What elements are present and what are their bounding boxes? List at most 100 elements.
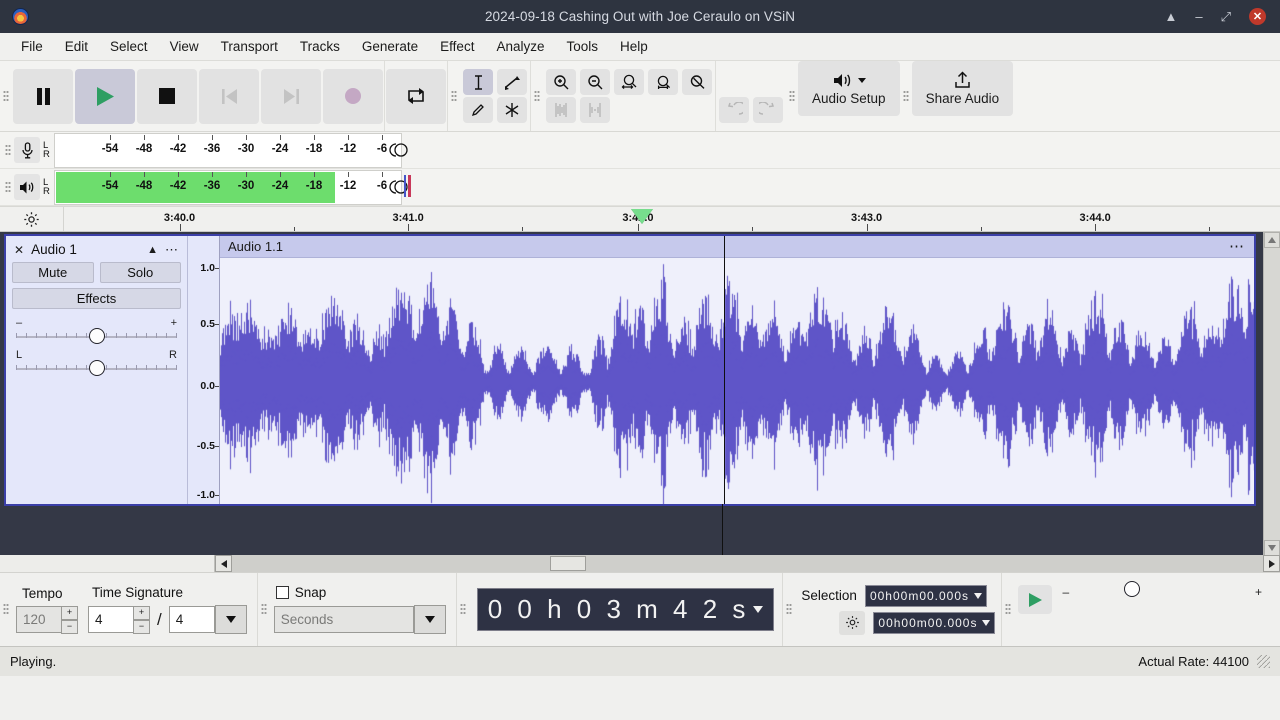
menu-effect[interactable]: Effect [429, 36, 485, 57]
ellipsis-icon[interactable]: ⋯ [1229, 239, 1246, 254]
resize-grip-icon[interactable] [1257, 655, 1270, 668]
scroll-left-button[interactable] [215, 555, 232, 572]
hscroll-thumb[interactable] [550, 556, 586, 571]
trim-audio-button[interactable] [546, 97, 576, 123]
vertical-scrollbar[interactable] [1263, 232, 1280, 556]
selection-toolbar-grip[interactable] [783, 573, 795, 646]
scroll-right-button[interactable] [1263, 555, 1280, 572]
playhead-indicator[interactable] [630, 209, 653, 224]
timeline-ruler[interactable]: 3:40.0 3:41.0 3:42.0 3:43.0 3:44.0 [64, 207, 1280, 231]
pause-button[interactable] [13, 68, 73, 124]
scroll-up-button[interactable] [1264, 232, 1280, 248]
menu-file[interactable]: File [10, 36, 54, 57]
draw-tool-button[interactable] [463, 97, 493, 123]
pan-slider[interactable]: L R [16, 349, 177, 376]
fit-project-button[interactable] [648, 69, 678, 95]
menu-tools[interactable]: Tools [555, 36, 609, 57]
record-button[interactable] [323, 68, 383, 124]
time-signature-upper-spinner[interactable]: + − [133, 605, 150, 634]
envelope-tool-button[interactable] [497, 69, 527, 95]
share-audio-button[interactable]: Share Audio [911, 61, 1014, 116]
timesig-increment[interactable]: + [133, 605, 150, 620]
track-name[interactable]: Audio 1 [31, 242, 77, 257]
selection-start-dropdown-icon[interactable] [974, 592, 983, 599]
audio-setup-grip[interactable] [786, 61, 798, 131]
restore-down-icon[interactable]: ▲ [1164, 10, 1177, 23]
waveform-area[interactable]: Audio 1.1 ⋯ [220, 236, 1254, 504]
play-speed-slider[interactable]: – + [1062, 581, 1262, 600]
selection-settings-gear-icon[interactable] [839, 610, 866, 635]
close-icon[interactable]: ✕ [1249, 8, 1266, 25]
play-speed-knob[interactable] [1124, 581, 1141, 597]
menu-transport[interactable]: Transport [210, 36, 289, 57]
selection-tool-button[interactable] [463, 69, 493, 95]
minimize-icon[interactable]: – [1195, 10, 1202, 23]
playback-meter-bar[interactable]: -54 -48 -42 -36 -30 -24 -18 -12 -6 [54, 169, 402, 205]
menu-help[interactable]: Help [609, 36, 659, 57]
multi-tool-button[interactable] [497, 97, 527, 123]
snap-toolbar-grip[interactable] [258, 573, 270, 646]
selection-start-field[interactable]: 00h00m00.000s [864, 584, 988, 607]
menu-generate[interactable]: Generate [351, 36, 429, 57]
silence-audio-button[interactable] [580, 97, 610, 123]
recording-meter-grip[interactable] [2, 143, 14, 157]
clip-header[interactable]: Audio 1.1 ⋯ [220, 236, 1254, 258]
menu-view[interactable]: View [159, 36, 210, 57]
skip-to-end-button[interactable] [261, 68, 321, 124]
selection-end-field[interactable]: 00h00m00.000s [873, 611, 996, 634]
waveform-canvas[interactable] [220, 258, 1254, 504]
audio-position-grip[interactable] [457, 573, 469, 646]
menu-select[interactable]: Select [99, 36, 159, 57]
selection-end-dropdown-icon[interactable] [982, 619, 991, 626]
time-signature-lower-input[interactable]: 4 [168, 606, 215, 633]
playback-meter[interactable]: LR -54 -48 -42 -36 -30 -24 -18 -12 -6 [0, 169, 1280, 206]
scroll-down-button[interactable] [1264, 540, 1280, 556]
timeline-options-gear-icon[interactable] [0, 207, 64, 231]
hscroll-track[interactable] [215, 555, 1263, 572]
maximize-icon[interactable]: ⤢ [1221, 10, 1231, 23]
undo-button[interactable] [719, 97, 749, 123]
loop-button[interactable] [386, 68, 446, 124]
zoom-out-button[interactable] [580, 69, 610, 95]
play-speed-grip[interactable] [1002, 573, 1014, 646]
snap-mode-select[interactable]: Seconds [273, 606, 414, 633]
tempo-increment[interactable]: + [61, 605, 78, 620]
timesig-decrement[interactable]: − [133, 619, 150, 634]
effects-button[interactable]: Effects [12, 288, 181, 309]
mute-button[interactable]: Mute [12, 262, 94, 283]
fit-selection-button[interactable] [614, 69, 644, 95]
pan-slider-knob[interactable] [88, 360, 105, 376]
close-icon[interactable]: ✕ [14, 243, 24, 257]
stop-button[interactable] [137, 68, 197, 124]
audio-position-dropdown-icon[interactable] [753, 606, 764, 613]
time-signature-upper-input[interactable]: 4 [88, 606, 134, 633]
microphone-icon[interactable] [14, 137, 40, 163]
snap-mode-dropdown[interactable] [413, 605, 446, 634]
speaker-icon[interactable] [14, 174, 40, 200]
recording-meter-bar[interactable]: -54 -48 -42 -36 -30 -24 -18 -12 -6 [54, 132, 402, 168]
play-at-speed-button[interactable] [1018, 585, 1053, 614]
transport-toolbar-grip[interactable] [0, 61, 12, 131]
zoom-toolbar-grip[interactable] [531, 61, 543, 131]
tempo-decrement[interactable]: − [61, 619, 78, 634]
vertical-amplitude-ruler[interactable]: 1.0 0.5 0.0 -0.5 -1.0 [188, 236, 220, 504]
menu-edit[interactable]: Edit [54, 36, 99, 57]
tools-toolbar-grip[interactable] [448, 61, 460, 131]
menu-tracks[interactable]: Tracks [289, 36, 351, 57]
horizontal-scrollbar[interactable] [0, 555, 1280, 572]
skip-to-start-button[interactable] [199, 68, 259, 124]
zoom-toggle-button[interactable] [682, 69, 712, 95]
tempo-input[interactable]: 120 [16, 606, 62, 633]
playback-meter-grip[interactable] [2, 180, 14, 194]
recording-meter[interactable]: LR -54 -48 -42 -36 -30 -24 -18 -12 -6 [0, 132, 1280, 169]
tempo-spinner[interactable]: + − [61, 605, 78, 634]
chevron-up-icon[interactable]: ▲ [147, 244, 158, 256]
solo-button[interactable]: Solo [99, 262, 181, 283]
gain-slider-knob[interactable] [88, 328, 105, 344]
audio-setup-button[interactable]: Audio Setup [798, 61, 900, 116]
share-audio-grip[interactable] [900, 61, 912, 131]
redo-button[interactable] [753, 97, 783, 123]
ellipsis-icon[interactable]: ⋯ [165, 243, 179, 256]
play-button[interactable] [75, 68, 135, 124]
audio-position-display[interactable]: 0 0 h 0 3 m 4 2 s [476, 588, 775, 631]
